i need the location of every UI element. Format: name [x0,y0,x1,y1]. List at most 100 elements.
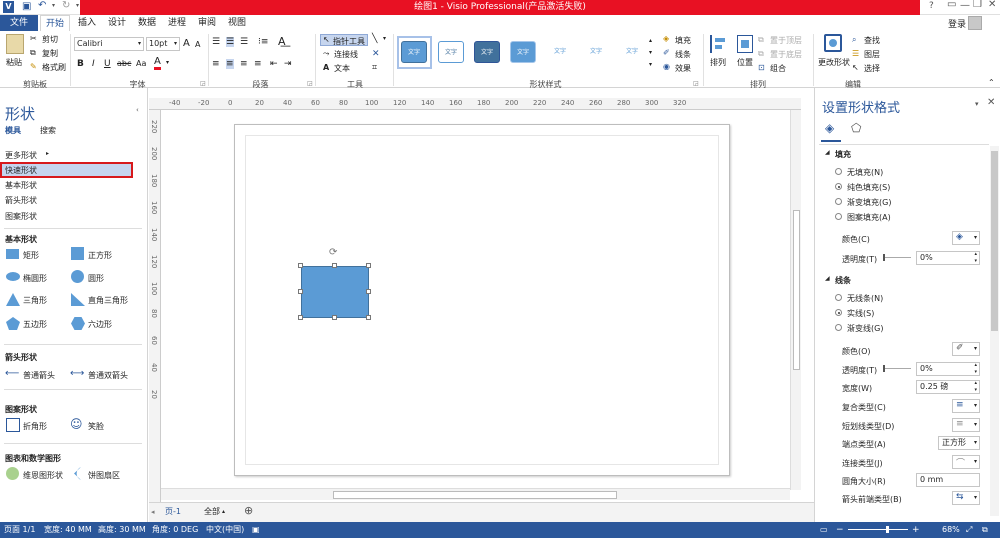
fit-page-icon[interactable]: ⤢ [966,522,972,538]
pane-options-icon[interactable]: ▾ [975,100,979,108]
effects-icon[interactable]: ◉ [663,62,670,71]
shape-style-1[interactable]: 文字 [401,41,427,63]
join-type-select[interactable]: ⌒ ▾ [952,455,980,469]
shape-circle[interactable]: 圆形 [88,273,104,284]
align-top-icon[interactable]: ☰ [212,37,220,47]
rotate-handle-icon[interactable]: ⟳ [329,247,337,258]
layers-button[interactable]: 图层 [864,49,880,60]
line-section-heading[interactable]: 线条 [835,275,851,286]
line-solid-label[interactable]: 实线(S) [847,308,874,319]
close-pane-icon[interactable]: ✕ [987,97,995,108]
pie-sector-icon[interactable] [71,467,84,480]
undo-dropdown-icon[interactable]: ▾ [52,2,55,9]
shape-ellipse[interactable]: 椭圆形 [23,273,47,284]
fill-none-radio[interactable] [835,168,842,175]
format-painter-button[interactable]: 格式刷 [42,62,66,73]
horizontal-scroll-thumb[interactable] [333,491,617,499]
find-button[interactable]: 查找 [864,35,880,46]
fill-section-heading[interactable]: 填充 [835,149,851,160]
line-tool-dropdown-icon[interactable]: ▾ [383,35,386,42]
zoom-in-icon[interactable]: + [912,522,920,538]
zoom-level[interactable]: 68% [942,522,960,538]
text-direction-icon[interactable]: A͟ [278,35,286,48]
shape-right-triangle[interactable]: 直角三角形 [88,295,128,306]
bullets-icon[interactable]: ⁝≡ [258,37,268,47]
copy-icon[interactable]: ⧉ [30,48,36,58]
resize-handle[interactable] [332,263,337,268]
strikethrough-button[interactable]: abc [117,59,131,68]
resize-handle[interactable] [366,315,371,320]
dash-type-select[interactable]: ≡ ▾ [952,418,980,432]
venn-icon[interactable] [6,467,19,480]
fill-none-label[interactable]: 无填充(N) [847,167,883,178]
save-icon[interactable]: ▣ [22,1,31,12]
zoom-out-icon[interactable]: − [836,522,844,538]
pointer-tool-button[interactable]: ↖ 指针工具 [320,34,368,46]
align-left-icon[interactable]: ≡ [212,59,220,69]
bring-front-button[interactable]: 置于顶层 [770,35,802,46]
zoom-slider[interactable] [848,526,908,533]
effects-button[interactable]: 效果 [675,63,691,74]
resize-handle[interactable] [366,263,371,268]
resize-handle[interactable] [366,289,371,294]
all-pages-button[interactable]: 全部 [204,506,220,517]
styles-scroll-up-icon[interactable]: ▴ [649,37,652,44]
find-icon[interactable]: ⌕ [852,35,856,45]
line-gradient-radio[interactable] [835,324,842,331]
line-collapse-icon[interactable]: ◢ [825,275,830,282]
tab-file[interactable]: 文件 [0,15,38,31]
page-tab-1[interactable]: 页-1 [165,506,181,517]
italic-button[interactable]: I [92,59,95,69]
shrink-font-icon[interactable]: A [195,40,200,49]
compound-type-select[interactable]: ≡ ▾ [952,399,980,413]
tab-stencils[interactable]: 模具 [5,125,21,136]
status-page[interactable]: 页面 1/1 [4,522,35,538]
ellipse-icon[interactable] [6,272,20,281]
minimize-icon[interactable]: — [960,0,970,11]
pane-scrollbar[interactable] [990,146,999,516]
close-tools-icon[interactable]: ✕ [372,49,380,59]
fill-transparency-input[interactable]: 0% ▴ ▾ [916,251,980,265]
fill-pattern-radio[interactable] [835,213,842,220]
pentagon-icon[interactable] [6,317,20,330]
folded-corner-icon[interactable] [6,418,20,432]
circle-icon[interactable] [71,270,84,283]
hexagon-icon[interactable] [71,317,85,330]
tab-process[interactable]: 进程 [164,15,190,31]
shape-triangle[interactable]: 三角形 [23,295,47,306]
tab-review[interactable]: 审阅 [194,15,220,31]
shape-styles-dialog-launcher-icon[interactable]: ◲ [693,80,699,87]
text-tool-icon[interactable]: A [323,63,329,72]
shape-folded-corner[interactable]: 折角形 [23,421,47,432]
line-transparency-slider[interactable] [883,365,911,372]
align-center-icon[interactable]: ≡ [226,59,234,69]
group-icon[interactable]: ⊡ [758,63,765,72]
page-prev-icon[interactable]: ◂ [151,508,155,516]
horizontal-scrollbar[interactable] [161,488,790,500]
rectangle-shape[interactable] [301,266,369,318]
collapse-ribbon-icon[interactable]: ⌃ [988,78,995,87]
double-arrow-icon[interactable]: ⟷ [70,368,84,379]
connector-icon[interactable]: ⤳ [323,49,329,59]
change-shape-button[interactable]: 更改形状 [818,57,850,68]
arrange-button[interactable]: 排列 [710,57,726,68]
change-case-button[interactable]: Aa [136,59,146,68]
align-middle-icon[interactable]: ☰ [226,37,235,47]
tab-data[interactable]: 数据 [134,15,160,31]
paragraph-dialog-launcher-icon[interactable]: ◲ [307,80,313,87]
rectangle-icon[interactable] [6,249,19,259]
line-solid-radio[interactable] [835,309,842,316]
simple-arrow-icon[interactable]: ⟵ [5,368,19,379]
avatar[interactable] [968,16,982,30]
fill-bucket-icon[interactable]: ◈ [663,34,669,43]
position-button[interactable]: 位置 [737,57,753,68]
line-button[interactable]: 线条 [675,49,691,60]
styles-scroll-down-icon[interactable]: ▾ [649,49,652,56]
decrease-indent-icon[interactable]: ⇤ [270,59,278,69]
macro-record-icon[interactable]: ▣ [252,522,260,538]
styles-more-icon[interactable]: ▾ [649,61,652,68]
fill-pattern-label[interactable]: 图案填充(A) [847,212,891,223]
cut-button[interactable]: 剪切 [42,34,58,45]
underline-button[interactable]: U [104,59,111,69]
more-shapes-link[interactable]: 更多形状 [5,150,37,161]
